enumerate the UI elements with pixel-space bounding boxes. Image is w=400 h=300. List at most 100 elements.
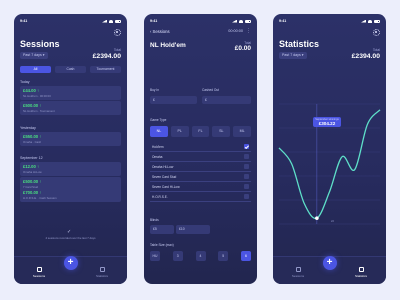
small-blind-input[interactable]: £5 <box>150 225 174 234</box>
limit-fl[interactable]: FL <box>191 126 210 137</box>
total-label: Total <box>113 48 121 52</box>
session-card[interactable]: £500.00 ↑ 7 Card Stud £700.00 ↑ H.O.R.S.… <box>20 177 121 202</box>
nav-statistics-label: Statistics <box>95 274 108 278</box>
statistics-screen: 9:41 Statistics Past 7 days ▾ Total £239… <box>273 14 386 284</box>
game-option[interactable]: H.O.R.S.E. <box>150 192 251 202</box>
nav-sessions[interactable]: Sessions <box>26 267 52 278</box>
signal-icon <box>361 19 366 23</box>
add-session-button[interactable]: + <box>322 256 337 270</box>
table-size-option[interactable]: 5 <box>218 251 229 261</box>
big-blind-input[interactable]: £10 <box>176 225 210 234</box>
cashout-label: Cashed Out <box>202 88 220 92</box>
chart-icon <box>99 267 105 272</box>
limit-sl[interactable]: SL <box>212 126 231 137</box>
settings-gear-icon[interactable] <box>373 29 380 36</box>
session-detail-screen: 9:41 ‹ Sessions 00:00:00 ⋮ NL Hold'em To… <box>144 14 257 284</box>
status-icons <box>232 19 251 23</box>
total-label: Total <box>372 48 380 52</box>
table-size-option[interactable]: HU <box>150 251 160 261</box>
wifi-icon <box>368 19 372 23</box>
limit-pl[interactable]: PL <box>170 126 189 137</box>
back-button[interactable]: ‹ Sessions <box>150 29 170 34</box>
nav-sessions[interactable]: Sessions <box>285 267 311 278</box>
session-card[interactable]: £44.00 ↑ NL Hold'em · 00:00:00 <box>20 86 121 100</box>
status-time: 9:41 <box>20 19 28 23</box>
game-option[interactable]: Omaha Hi-Low <box>150 162 251 172</box>
session-timer: 00:00:00 <box>228 29 243 33</box>
session-group-today: Today £44.00 ↑ NL Hold'em · 00:00:00 £50… <box>20 80 121 116</box>
checkbox[interactable] <box>244 144 249 149</box>
game-option[interactable]: Seven Card Stud <box>150 172 251 182</box>
session-desc: NL Hold'em · 00:00:00 <box>23 93 51 98</box>
nav-sessions-label: Sessions <box>291 274 305 278</box>
limit-type-selector: NL PL FL SL ML <box>150 126 251 137</box>
session-card[interactable]: £500.00 ↑ NL Hold'em · Tournament <box>20 101 121 115</box>
table-size-label: Table Size (max) <box>150 243 174 247</box>
total-value: £0.00 <box>234 45 251 52</box>
game-option-label: H.O.R.S.E. <box>152 194 168 199</box>
period-dropdown[interactable]: Past 7 days ▾ <box>279 52 307 59</box>
period-dropdown[interactable]: Past 7 days ▾ <box>20 52 48 59</box>
group-header: September 12 <box>20 156 43 160</box>
list-icon <box>295 267 301 272</box>
game-list: Hold'em Omaha Omaha Hi-Low Seven Card St… <box>150 142 251 202</box>
chart-icon <box>358 267 364 272</box>
session-amount: £700.00 ↑ <box>23 189 42 195</box>
nav-statistics[interactable]: Statistics <box>348 267 374 278</box>
group-header: Yesterday <box>20 126 36 130</box>
gametype-label: Game Type <box>150 118 167 122</box>
blinds-label: Blinds <box>150 218 159 222</box>
group-header: Today <box>20 80 30 84</box>
more-options-icon[interactable]: ⋮ <box>246 29 251 34</box>
battery-icon <box>245 19 251 23</box>
limit-ml[interactable]: ML <box>233 126 251 137</box>
tab-all[interactable]: All <box>20 66 51 73</box>
table-size-option[interactable]: 4 <box>195 251 206 261</box>
table-size-option[interactable]: 3 <box>172 251 183 261</box>
game-option[interactable]: Hold'em <box>150 142 251 152</box>
data-point[interactable] <box>315 216 319 220</box>
checkbox[interactable] <box>244 164 249 169</box>
status-time: 9:41 <box>279 19 287 23</box>
add-session-button[interactable]: + <box>63 256 78 270</box>
game-option-label: Seven Card Stud <box>152 174 177 179</box>
limit-nl[interactable]: NL <box>150 126 168 137</box>
checkbox[interactable] <box>244 184 249 189</box>
game-option-label: Omaha Hi-Low <box>152 164 174 169</box>
status-bar: 9:41 <box>20 18 121 24</box>
session-card[interactable]: £550.00 ↑ Omaha · Cash <box>20 132 121 146</box>
signal-icon <box>232 19 237 23</box>
sessions-screen: 9:41 Sessions Past 7 days ▾ Total £2394.… <box>14 14 127 284</box>
game-option-label: Omaha <box>152 154 163 159</box>
checkbox[interactable] <box>244 154 249 159</box>
page-title: Statistics <box>279 39 320 49</box>
session-card[interactable]: £12.00 ↑ Omaha Hi-Low <box>20 162 121 176</box>
checkmark-icon: ✓ <box>67 229 72 235</box>
game-option-label: Seven Card Hi-Low <box>152 184 180 189</box>
session-desc: 7 Card Stud <box>23 184 38 189</box>
x-axis-label: 22 <box>331 220 334 223</box>
status-icons <box>102 19 121 23</box>
session-desc: H.O.R.S.E. · Cash Session <box>23 195 57 200</box>
session-amount: £44.00 ↑ <box>23 88 40 93</box>
session-filter-tabs: All Cash Tournament <box>20 66 121 73</box>
checkbox[interactable] <box>244 194 249 199</box>
session-desc: Omaha Hi-Low <box>23 169 42 174</box>
table-size-selector: HU 3 4 5 6 <box>150 251 251 261</box>
tooltip-value: £304.22 <box>318 121 336 126</box>
session-group-sept12: September 12 £12.00 ↑ Omaha Hi-Low £500.… <box>20 156 121 203</box>
checkbox[interactable] <box>244 174 249 179</box>
session-desc: NL Hold'em · Tournament <box>23 108 55 113</box>
game-option[interactable]: Seven Card Hi-Low <box>150 182 251 192</box>
cashout-input[interactable]: £ <box>202 96 251 104</box>
nav-statistics[interactable]: Statistics <box>89 267 115 278</box>
game-title: NL Hold'em <box>150 42 186 49</box>
battery-icon <box>115 19 121 23</box>
wifi-icon <box>109 19 113 23</box>
buyin-input[interactable]: £ <box>150 96 197 104</box>
game-option[interactable]: Omaha <box>150 152 251 162</box>
table-size-option[interactable]: 6 <box>241 251 251 261</box>
tab-tournament[interactable]: Tournament <box>90 66 121 73</box>
settings-gear-icon[interactable] <box>114 29 121 36</box>
tab-cash[interactable]: Cash <box>55 66 86 73</box>
